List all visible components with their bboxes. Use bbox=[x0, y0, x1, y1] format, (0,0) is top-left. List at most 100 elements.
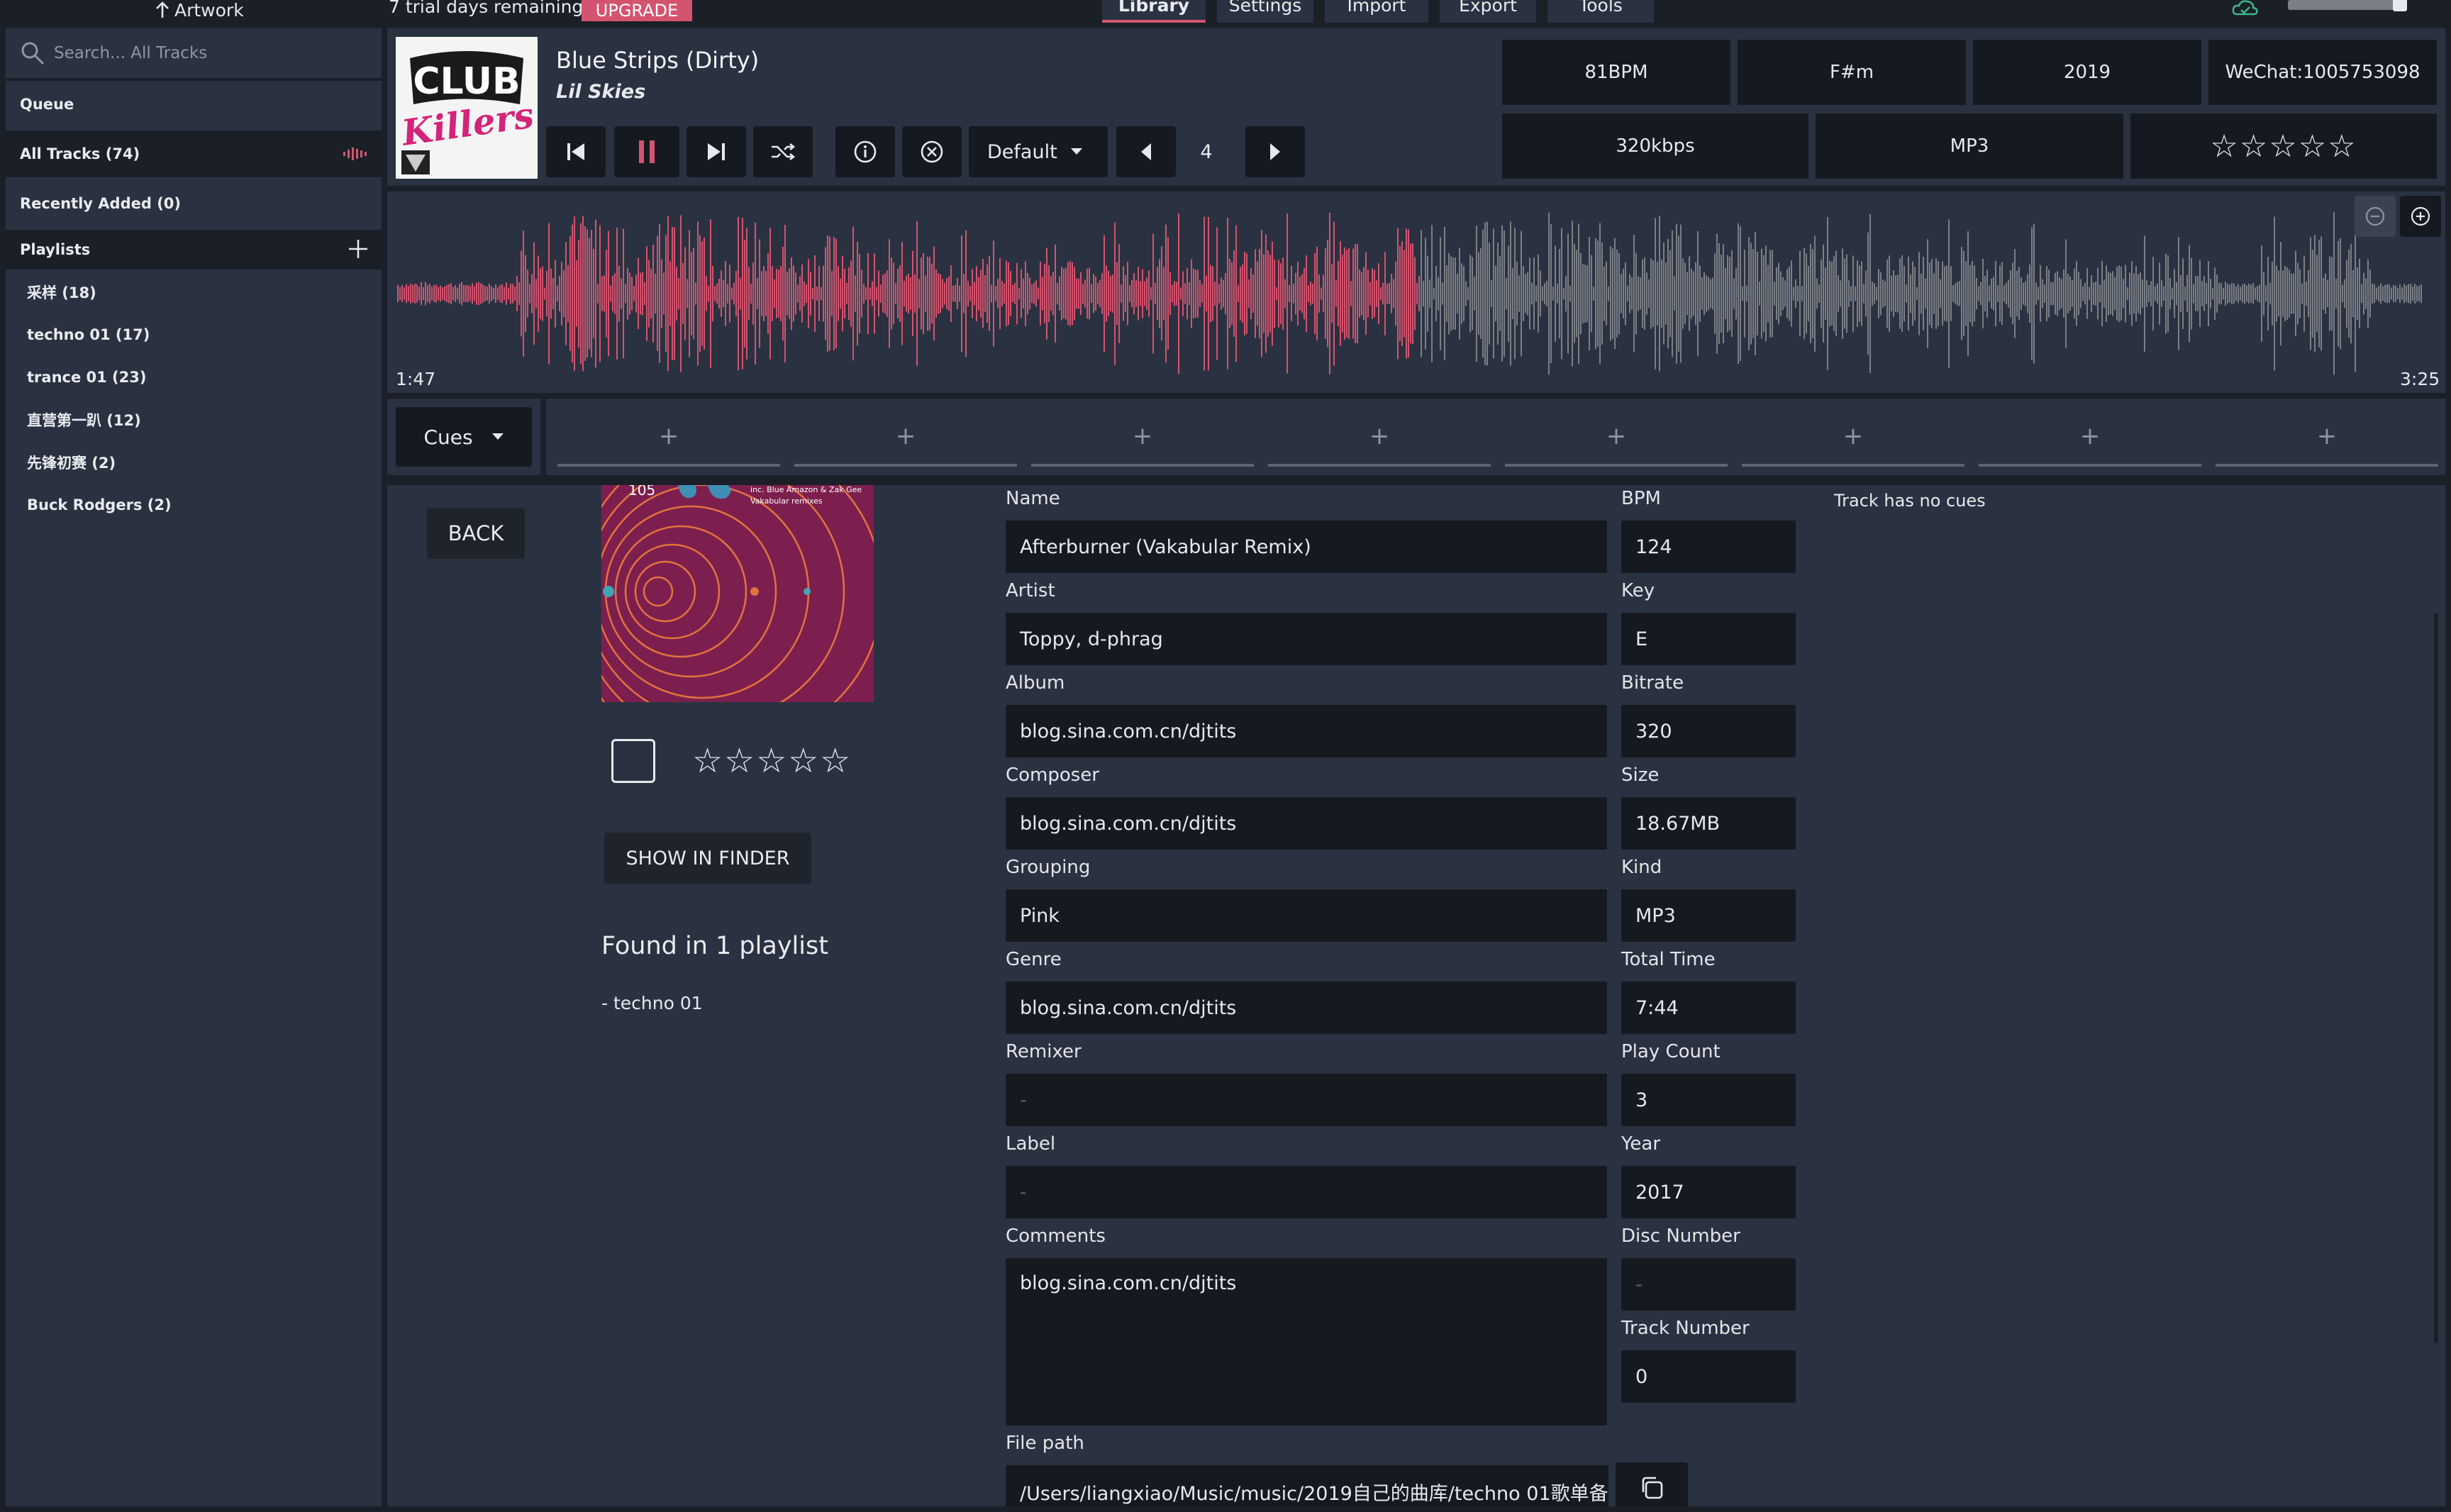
waveform[interactable] bbox=[387, 191, 2445, 393]
kind-field[interactable]: MP3 bbox=[1621, 889, 1796, 942]
waveform-bar bbox=[1491, 279, 1492, 308]
track-rating-stars[interactable]: ☆☆☆☆☆ bbox=[692, 739, 852, 783]
cue-slot[interactable]: + bbox=[557, 408, 780, 467]
sidebar-item-playlist[interactable]: Buck Rodgers (2) bbox=[27, 485, 172, 525]
previous-track-button[interactable] bbox=[546, 126, 606, 177]
info-button[interactable] bbox=[835, 126, 895, 177]
sidebar-item-playlist[interactable]: trance 01 (23) bbox=[27, 357, 146, 397]
waveform-bar bbox=[1661, 259, 1662, 328]
artwork-toggle[interactable]: Artwork bbox=[155, 0, 244, 21]
found-playlist-item[interactable]: - techno 01 bbox=[601, 993, 703, 1013]
copy-path-button[interactable] bbox=[1616, 1462, 1688, 1506]
composer-field[interactable]: blog.sina.com.cn/djtits bbox=[1006, 797, 1607, 850]
waveform-bar bbox=[1304, 267, 1305, 320]
cue-slot[interactable]: + bbox=[2216, 408, 2438, 467]
tab-settings[interactable]: Settings bbox=[1217, 0, 1313, 23]
tab-import[interactable]: Import bbox=[1325, 0, 1428, 23]
tab-library[interactable]: Library bbox=[1102, 0, 1206, 23]
waveform-panel[interactable]: 1:47 3:25 bbox=[387, 191, 2445, 393]
cue-slot[interactable]: + bbox=[1268, 408, 1491, 467]
found-in-label: Found in 1 playlist bbox=[601, 932, 828, 960]
select-checkbox[interactable] bbox=[611, 739, 655, 783]
waveform-bar bbox=[704, 238, 705, 350]
cue-slot[interactable]: + bbox=[1505, 408, 1728, 467]
waveform-bar bbox=[1891, 275, 1892, 312]
sidebar-item-playlist[interactable]: 直营第一趴 (12) bbox=[27, 400, 141, 440]
zoom-in-button[interactable] bbox=[2400, 196, 2441, 237]
details-scrollbar[interactable] bbox=[2434, 613, 2438, 1343]
genre-field[interactable]: blog.sina.com.cn/djtits bbox=[1006, 982, 1607, 1034]
size-field[interactable]: 18.67MB bbox=[1621, 797, 1796, 850]
waveform-bar bbox=[972, 269, 973, 318]
page-next-button[interactable] bbox=[1245, 126, 1305, 177]
track-number-field[interactable]: 0 bbox=[1621, 1350, 1796, 1403]
zoom-in-icon bbox=[2411, 206, 2430, 226]
waveform-bar bbox=[1448, 252, 1450, 335]
filepath-field[interactable]: /Users/liangxiao/Music/music/2019自己的曲库/t… bbox=[1006, 1465, 1608, 1506]
comments-field[interactable]: blog.sina.com.cn/djtits bbox=[1006, 1258, 1607, 1425]
remixer-field[interactable]: - bbox=[1006, 1074, 1607, 1126]
cloud-sync-icon[interactable] bbox=[2231, 0, 2260, 16]
tab-export[interactable]: Export bbox=[1440, 0, 1536, 23]
year-field[interactable]: 2017 bbox=[1621, 1166, 1796, 1218]
waveform-bar bbox=[955, 284, 956, 303]
waveform-bar bbox=[2138, 274, 2139, 313]
chevron-down-icon bbox=[491, 433, 504, 440]
cue-slot[interactable]: + bbox=[1979, 408, 2201, 467]
sidebar-item-queue[interactable]: Queue bbox=[6, 81, 382, 128]
name-field[interactable]: Afterburner (Vakabular Remix) bbox=[1006, 521, 1607, 573]
key-field[interactable]: E bbox=[1621, 613, 1796, 665]
waveform-bar bbox=[1706, 275, 1707, 312]
waveform-bar bbox=[818, 266, 820, 321]
disc-number-field[interactable]: - bbox=[1621, 1258, 1796, 1311]
sidebar-item-playlist[interactable]: 采样 (18) bbox=[27, 272, 96, 312]
cue-slot[interactable]: + bbox=[1742, 408, 1964, 467]
tab-tools[interactable]: Tools bbox=[1547, 0, 1654, 23]
waveform-bar bbox=[2112, 271, 2113, 316]
waveform-bar bbox=[946, 278, 947, 309]
waveform-bar bbox=[1035, 280, 1037, 307]
cues-dropdown[interactable]: Cues bbox=[396, 407, 532, 467]
album-field[interactable]: blog.sina.com.cn/djtits bbox=[1006, 705, 1607, 757]
total-time: 3:25 bbox=[2400, 369, 2440, 389]
waveform-bar bbox=[599, 225, 601, 362]
next-track-button[interactable] bbox=[687, 126, 746, 177]
cue-slot[interactable]: + bbox=[1031, 408, 1254, 467]
page-prev-button[interactable] bbox=[1116, 126, 1176, 177]
volume-slider-handle[interactable] bbox=[2393, 0, 2407, 11]
clear-button[interactable] bbox=[902, 126, 962, 177]
bitrate-field[interactable]: 320 bbox=[1621, 705, 1796, 757]
show-in-finder-button[interactable]: SHOW IN FINDER bbox=[604, 833, 811, 884]
back-button[interactable]: BACK bbox=[427, 508, 525, 559]
artist-field[interactable]: Toppy, d-phrag bbox=[1006, 613, 1607, 665]
sidebar-item-playlist[interactable]: 先锋初赛 (2) bbox=[27, 443, 116, 482]
bpm-field[interactable]: 124 bbox=[1621, 521, 1796, 573]
waveform-bar bbox=[1065, 267, 1067, 320]
play-count-field[interactable]: 3 bbox=[1621, 1074, 1796, 1126]
total-time-field[interactable]: 7:44 bbox=[1621, 982, 1796, 1034]
waveform-bar bbox=[1676, 223, 1677, 364]
waveform-bar bbox=[1221, 277, 1222, 310]
volume-slider[interactable] bbox=[2288, 0, 2407, 11]
mode-dropdown[interactable]: Default bbox=[969, 126, 1108, 177]
rating-stars[interactable]: ☆☆☆☆☆ bbox=[2130, 113, 2437, 179]
cue-slot[interactable]: + bbox=[794, 408, 1017, 467]
waveform-bar bbox=[472, 283, 473, 304]
waveform-bar bbox=[1774, 281, 1775, 306]
zoom-out-button[interactable] bbox=[2355, 196, 2396, 237]
grouping-field[interactable]: Pink bbox=[1006, 889, 1607, 942]
waveform-bar bbox=[535, 279, 537, 308]
sidebar-item-recently-added[interactable]: Recently Added (0) bbox=[6, 180, 382, 227]
waveform-bar bbox=[531, 274, 533, 313]
shuffle-button[interactable] bbox=[753, 126, 813, 177]
add-playlist-icon[interactable] bbox=[348, 238, 369, 260]
pause-button[interactable] bbox=[614, 126, 679, 177]
upgrade-button[interactable]: UPGRADE bbox=[582, 0, 692, 21]
label-field[interactable]: - bbox=[1006, 1166, 1607, 1218]
waveform-bar bbox=[1965, 261, 1967, 326]
waveform-bar bbox=[816, 287, 818, 301]
sidebar-item-playlist[interactable]: techno 01 (17) bbox=[27, 315, 150, 355]
search-field[interactable]: Search... All Tracks bbox=[6, 28, 382, 78]
artist-label: Artist bbox=[1006, 580, 1055, 601]
sidebar-item-all-tracks[interactable]: All Tracks (74) bbox=[6, 130, 382, 177]
